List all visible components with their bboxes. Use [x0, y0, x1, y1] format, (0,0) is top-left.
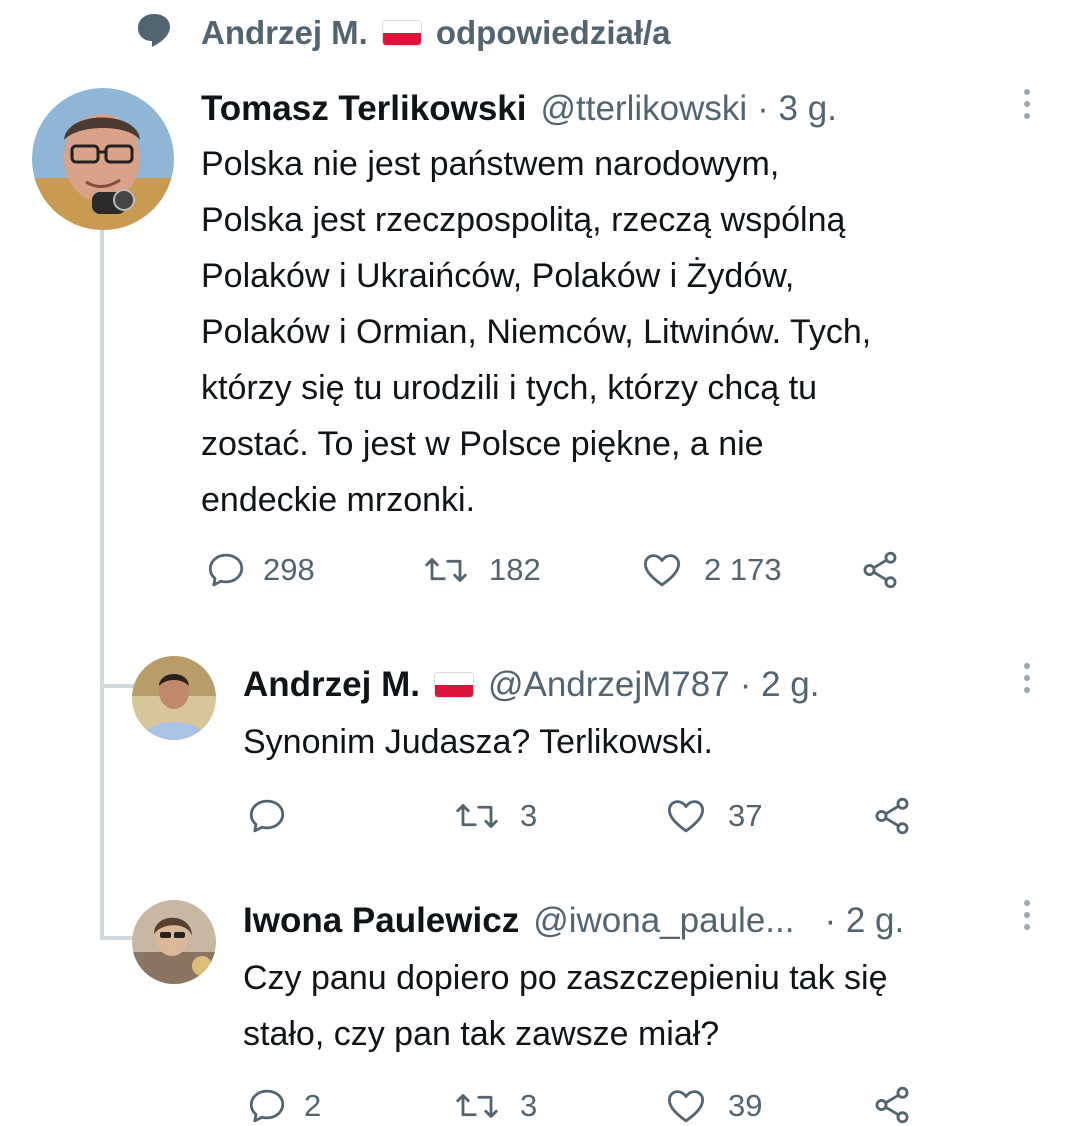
- tweet-text: Polska nie jest państwem narodowym, Pols…: [201, 136, 871, 528]
- retweet-button[interactable]: 3: [452, 1084, 537, 1126]
- like-button[interactable]: 2 173: [640, 548, 782, 592]
- author-name[interactable]: Tomasz Terlikowski: [201, 89, 526, 129]
- like-count: 39: [728, 1088, 763, 1123]
- retweet-icon: [425, 558, 467, 582]
- tweet-text-line: którzy się tu urodzili i tych, którzy ch…: [201, 369, 817, 407]
- share-icon: [875, 1086, 909, 1124]
- tweet-text-line: Polska jest rzeczpospolitą, rzeczą wspól…: [201, 201, 846, 239]
- tweet-text-line: Polaków i Ukraińców, Polaków i Żydów,: [201, 257, 795, 295]
- share-button[interactable]: [858, 548, 902, 592]
- heart-icon: [643, 554, 681, 587]
- share-icon: [863, 551, 897, 589]
- reply-icon: [208, 553, 244, 587]
- tweet-time[interactable]: · 2 g.: [740, 665, 820, 705]
- speech-bubble-icon: [136, 12, 172, 48]
- avatar[interactable]: [32, 88, 174, 230]
- more-options-icon[interactable]: [1022, 900, 1032, 930]
- tweet-text-line: endeckie mrzonki.: [201, 481, 476, 519]
- more-options-icon[interactable]: [1022, 89, 1032, 119]
- share-button[interactable]: [870, 794, 914, 838]
- tweet-header: Andrzej M. @AndrzejM787 · 2 g.: [243, 660, 819, 710]
- retweet-icon: [456, 804, 498, 828]
- poland-flag-icon: [381, 20, 422, 46]
- avatar[interactable]: [132, 656, 216, 740]
- like-count: 2 173: [704, 552, 782, 587]
- retweet-button[interactable]: 182: [421, 548, 541, 592]
- like-button[interactable]: 37: [664, 794, 762, 838]
- like-button[interactable]: 39: [664, 1084, 762, 1126]
- avatar[interactable]: [132, 900, 216, 984]
- thread-connector: [100, 684, 134, 688]
- tweet-time[interactable]: · 3 g.: [757, 89, 837, 129]
- tweet-time[interactable]: · 2 g.: [824, 901, 904, 941]
- thread-connector: [100, 936, 134, 940]
- author-handle[interactable]: @tterlikowski: [540, 89, 747, 129]
- reply-icon: [249, 799, 285, 833]
- reply-button[interactable]: 2: [246, 1084, 321, 1126]
- reply-count: 2: [304, 1088, 322, 1123]
- tweet-header: Tomasz Terlikowski @tterlikowski · 3 g.: [201, 84, 837, 134]
- reply-button[interactable]: [246, 794, 304, 838]
- author-handle[interactable]: @iwona_paule...: [533, 901, 794, 941]
- social-context[interactable]: Andrzej M. odpowiedział/a: [201, 14, 671, 52]
- retweet-count: 3: [520, 1088, 538, 1123]
- poland-flag-icon: [433, 672, 474, 698]
- retweet-button[interactable]: 3: [452, 794, 537, 838]
- tweet-header: Iwona Paulewicz @iwona_paule... · 2 g.: [243, 896, 904, 946]
- heart-icon: [667, 1090, 705, 1123]
- reply-button[interactable]: 298: [205, 548, 315, 592]
- author-name[interactable]: Andrzej M.: [243, 665, 420, 705]
- tweet-text-line: Synonim Judasza? Terlikowski.: [243, 723, 713, 761]
- tweet-text-line: Czy panu dopiero po zaszczepieniu tak si…: [243, 959, 888, 997]
- retweet-count: 182: [489, 552, 541, 587]
- reply-icon: [249, 1089, 285, 1123]
- tweet-text-line: Polska nie jest państwem narodowym,: [201, 145, 780, 183]
- thread-line: [100, 228, 104, 939]
- tweet-text-line: stało, czy pan tak zawsze miał?: [243, 1015, 720, 1053]
- reply-count: 298: [263, 552, 315, 587]
- tweet-text-line: zostać. To jest w Polsce piękne, a nie: [201, 425, 764, 463]
- context-action: odpowiedział/a: [435, 14, 671, 51]
- tweet-text: Czy panu dopiero po zaszczepieniu tak si…: [243, 950, 888, 1062]
- share-button[interactable]: [870, 1084, 914, 1126]
- tweet-text-line: Polaków i Ormian, Niemców, Litwinów. Tyc…: [201, 313, 872, 351]
- heart-icon: [667, 800, 705, 833]
- tweet-text: Synonim Judasza? Terlikowski.: [243, 714, 713, 770]
- share-icon: [875, 797, 909, 835]
- author-handle[interactable]: @AndrzejM787: [488, 665, 730, 705]
- like-count: 37: [728, 798, 763, 833]
- more-options-icon[interactable]: [1022, 663, 1032, 693]
- retweet-icon: [456, 1094, 498, 1118]
- author-name[interactable]: Iwona Paulewicz: [243, 901, 519, 941]
- context-name[interactable]: Andrzej M.: [201, 14, 368, 52]
- retweet-count: 3: [520, 798, 538, 833]
